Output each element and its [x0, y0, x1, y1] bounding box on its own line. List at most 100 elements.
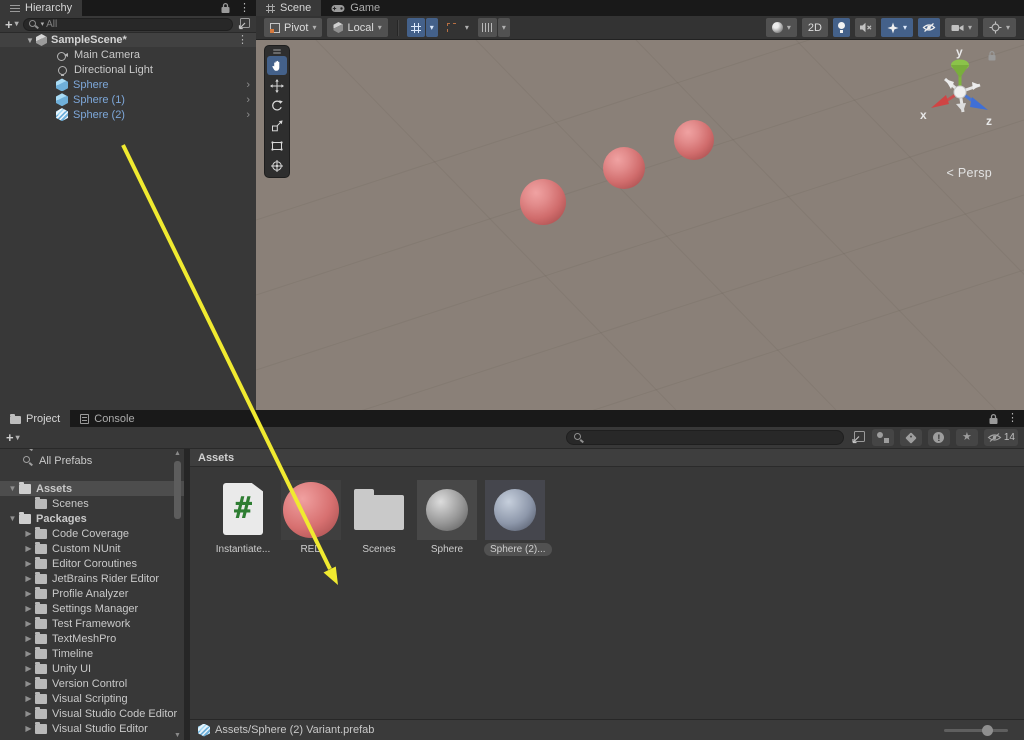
- scroll-down-icon[interactable]: ▼: [172, 732, 183, 739]
- transform-tool-button[interactable]: [267, 156, 287, 175]
- scene-kebab-icon[interactable]: ⋮: [237, 35, 248, 46]
- hand-tool-button[interactable]: [267, 56, 287, 75]
- scene-sphere[interactable]: [520, 179, 566, 225]
- scene-viewport[interactable]: y x z < Persp: [256, 40, 1024, 410]
- local-toggle-button[interactable]: Local ▾: [327, 18, 387, 37]
- kebab-menu-icon[interactable]: ⋮: [1007, 413, 1018, 424]
- hierarchy-item[interactable]: Sphere (1) ›: [0, 92, 256, 107]
- expand-arrow-icon[interactable]: ▶: [22, 529, 35, 538]
- expand-arrow-icon[interactable]: ▶: [22, 664, 35, 673]
- tree-item[interactable]: ▼ Assets: [0, 481, 184, 496]
- scene-sphere[interactable]: [603, 147, 645, 189]
- asset-thumbnail[interactable]: [417, 480, 477, 540]
- thumbnail-zoom-slider[interactable]: [944, 729, 1008, 732]
- scale-tool-button[interactable]: [267, 116, 287, 135]
- prefab-chevron-icon[interactable]: ›: [246, 79, 250, 91]
- scene-camera-button[interactable]: ▾: [945, 18, 978, 37]
- asset-item[interactable]: RED: [280, 480, 342, 555]
- expand-arrow-icon[interactable]: ▶: [22, 709, 35, 718]
- asset-item[interactable]: Sphere (2)...: [484, 480, 546, 555]
- shading-mode-button[interactable]: ▾: [766, 18, 797, 37]
- hierarchy-item[interactable]: Directional Light: [0, 63, 256, 78]
- lock-icon[interactable]: [988, 413, 999, 425]
- expand-arrow-icon[interactable]: ▶: [22, 604, 35, 613]
- projection-toggle[interactable]: < Persp: [946, 166, 992, 180]
- rect-tool-button[interactable]: [267, 136, 287, 155]
- pivot-toggle-button[interactable]: Pivot ▾: [264, 18, 322, 37]
- tree-item[interactable]: ▶ JetBrains Rider Editor: [0, 571, 184, 586]
- tree-item[interactable]: ▼ Packages: [0, 511, 184, 526]
- tree-item[interactable]: ▶ Settings Manager: [0, 601, 184, 616]
- snap-increment-button[interactable]: [478, 18, 497, 37]
- expand-arrow-icon[interactable]: ▶: [22, 544, 35, 553]
- scrollbar-thumb[interactable]: [174, 461, 181, 519]
- tree-item[interactable]: ▶ Custom NUnit: [0, 541, 184, 556]
- gizmo-z-cone[interactable]: [970, 97, 988, 110]
- tree-item[interactable]: Scenes: [0, 496, 184, 511]
- kebab-menu-icon[interactable]: ⋮: [239, 3, 250, 14]
- scene-sphere[interactable]: [674, 120, 714, 160]
- scene-header-row[interactable]: ▼ SampleScene* ⋮: [0, 33, 256, 47]
- tree-item[interactable]: ▶ TextMeshPro: [0, 631, 184, 646]
- hidden-packages-button[interactable]: 14: [984, 429, 1018, 446]
- gizmo-center[interactable]: [954, 86, 966, 98]
- asset-item[interactable]: Scenes: [348, 480, 410, 555]
- tree-item[interactable]: ▶ Visual Studio Editor: [0, 721, 184, 736]
- palette-drag-handle[interactable]: [267, 48, 287, 55]
- expand-arrow-icon[interactable]: ▼: [6, 514, 19, 523]
- gizmos-button[interactable]: ▾: [983, 18, 1016, 37]
- hierarchy-item[interactable]: Main Camera: [0, 48, 256, 63]
- expand-arrow-icon[interactable]: ▶: [22, 694, 35, 703]
- gizmo-x-cone[interactable]: [931, 95, 949, 108]
- expand-arrow-icon[interactable]: ▶: [22, 724, 35, 733]
- tree-item[interactable]: ▶ Visual Studio Code Editor: [0, 706, 184, 721]
- rotate-tool-button[interactable]: [267, 96, 287, 115]
- asset-thumbnail[interactable]: [349, 480, 409, 540]
- hierarchy-search-input[interactable]: ▾ All: [23, 18, 233, 31]
- favorite-item[interactable]: All Prefabs: [0, 453, 184, 468]
- asset-thumbnail[interactable]: [213, 480, 273, 540]
- tree-item[interactable]: ▶ Profile Analyzer: [0, 586, 184, 601]
- tree-item[interactable]: ▶ Test Framework: [0, 616, 184, 631]
- prefab-chevron-icon[interactable]: ›: [246, 94, 250, 106]
- tab-hierarchy[interactable]: Hierarchy: [0, 0, 82, 16]
- 2d-toggle-button[interactable]: 2D: [802, 18, 828, 37]
- tree-item[interactable]: ▶ Editor Coroutines: [0, 556, 184, 571]
- search-by-label-button[interactable]: [900, 429, 922, 446]
- snap-increment-dropdown[interactable]: ▾: [498, 18, 510, 37]
- tree-item[interactable]: ▶ Visual Scripting: [0, 691, 184, 706]
- gizmo-lock-icon[interactable]: [989, 52, 996, 61]
- expand-arrow-icon[interactable]: ▶: [22, 574, 35, 583]
- lock-icon[interactable]: [220, 2, 231, 14]
- tree-item[interactable]: ▶ Unity UI: [0, 661, 184, 676]
- expand-arrow-icon[interactable]: ▼: [24, 36, 36, 45]
- asset-thumbnail[interactable]: [281, 480, 341, 540]
- prefab-chevron-icon[interactable]: ›: [246, 109, 250, 121]
- asset-item[interactable]: Sphere: [416, 480, 478, 555]
- grid-visibility-button[interactable]: [407, 18, 425, 37]
- picker-icon[interactable]: [850, 430, 866, 445]
- tree-item[interactable]: ▶ Code Coverage: [0, 526, 184, 541]
- effects-visibility-button[interactable]: ▾: [881, 18, 913, 37]
- create-object-button[interactable]: + ▾: [5, 17, 19, 32]
- expand-arrow-icon[interactable]: ▶: [22, 619, 35, 628]
- save-search-button[interactable]: ★: [956, 429, 978, 446]
- hierarchy-item[interactable]: Sphere ›: [0, 78, 256, 93]
- tree-item[interactable]: ▶ Timeline: [0, 646, 184, 661]
- search-by-type-button[interactable]: [872, 429, 894, 446]
- asset-item[interactable]: Instantiate...: [212, 480, 274, 555]
- gizmo-neg-axis-cone[interactable]: [956, 103, 966, 112]
- tree-item[interactable]: ▶ Version Control: [0, 676, 184, 691]
- assets-breadcrumb[interactable]: Assets: [190, 449, 1024, 467]
- search-filter-dropdown-icon[interactable]: ▾: [41, 21, 45, 28]
- expand-arrow-icon[interactable]: ▶: [22, 679, 35, 688]
- grid-settings-dropdown[interactable]: ▾: [426, 18, 438, 37]
- scroll-up-icon[interactable]: ▲: [172, 450, 183, 457]
- audio-mute-button[interactable]: [855, 18, 876, 37]
- expand-arrow-icon[interactable]: ▶: [22, 649, 35, 658]
- tab-game[interactable]: Game: [321, 0, 390, 16]
- hidden-objects-button[interactable]: [918, 18, 940, 37]
- scene-lighting-button[interactable]: [833, 18, 850, 37]
- project-search-input[interactable]: [566, 430, 844, 445]
- move-tool-button[interactable]: [267, 76, 287, 95]
